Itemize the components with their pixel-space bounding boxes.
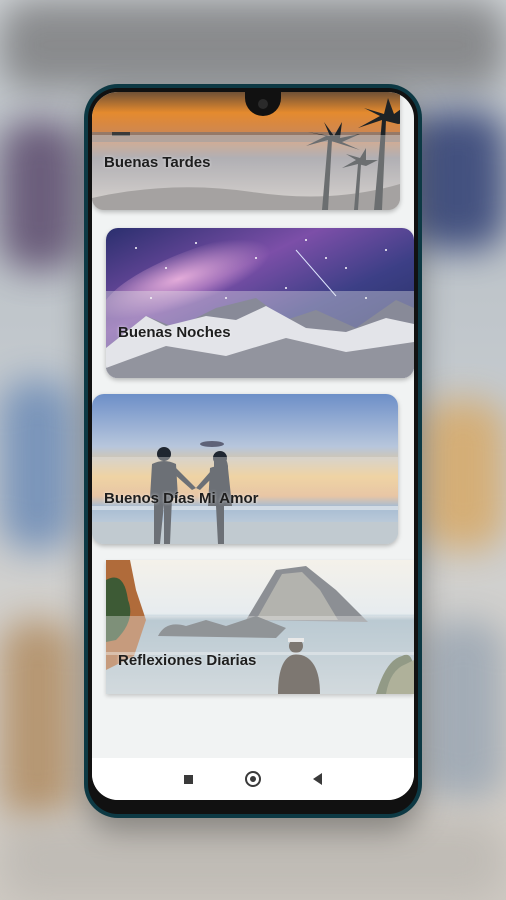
card-label: Reflexiones Diarias <box>118 652 257 669</box>
background-blur <box>0 620 75 820</box>
card-label: Buenas Noches <box>118 324 231 341</box>
card-buenas-noches[interactable]: Buenas Noches <box>106 228 414 378</box>
background-blur <box>410 110 506 250</box>
card-overlay <box>92 134 400 210</box>
category-list[interactable]: Buenas Tardes Buenas Noches Buenos Días … <box>92 92 414 757</box>
background-blur <box>420 400 506 550</box>
recents-square-icon[interactable] <box>184 774 193 784</box>
back-triangle-icon[interactable] <box>313 773 322 785</box>
background-blur <box>420 620 506 800</box>
background-blur <box>0 380 75 550</box>
card-reflexiones-diarias[interactable]: Reflexiones Diarias <box>106 560 414 694</box>
card-label: Buenas Tardes <box>104 154 211 171</box>
card-label: Buenos Días Mi Amor <box>104 490 259 507</box>
home-circle-icon[interactable] <box>245 771 261 787</box>
phone-screen: Buenas Tardes Buenas Noches Buenos Días … <box>92 92 414 800</box>
phone-frame: Buenas Tardes Buenas Noches Buenos Días … <box>84 84 422 818</box>
background-blur <box>0 0 506 90</box>
card-buenos-dias-mi-amor[interactable]: Buenos Días Mi Amor <box>92 394 398 544</box>
system-navigation-bar <box>92 758 414 800</box>
card-buenas-tardes[interactable]: Buenas Tardes <box>92 92 400 210</box>
background-blur <box>0 120 80 270</box>
background-blur <box>0 820 506 900</box>
